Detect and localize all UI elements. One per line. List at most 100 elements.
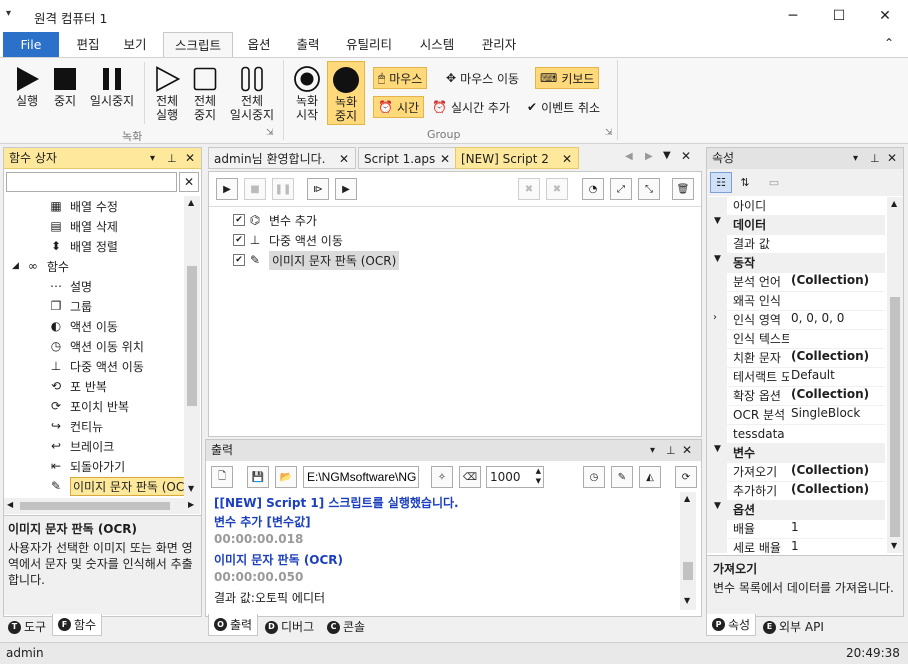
panel-close-icon[interactable]: ✕ <box>185 148 195 169</box>
script-action-item[interactable]: ✔ ⌬ 변수 추가 <box>233 210 317 230</box>
doc-tab-welcome[interactable]: admin님 환영합니다. ✕ <box>208 147 356 169</box>
output-save-button[interactable]: 💾 <box>247 466 269 488</box>
system-menu-icon[interactable]: ▾ <box>6 8 11 19</box>
property-row[interactable]: 배율 1 <box>707 520 885 539</box>
property-row[interactable]: 분석 언어 (Collection) <box>707 273 885 292</box>
chevron-right-icon[interactable]: › <box>713 312 717 323</box>
mouse-move-button[interactable]: ✥ 마우스 이동 <box>442 67 523 89</box>
tab-file[interactable]: File <box>3 32 59 57</box>
hscroll-thumb[interactable] <box>20 502 170 510</box>
minimize-button[interactable]: ─ <box>770 0 816 32</box>
action-enabled-checkbox[interactable]: ✔ <box>233 254 245 266</box>
tab-scroll-right-icon[interactable]: ▶ <box>645 151 653 162</box>
stop-button[interactable]: 중지 <box>48 64 82 108</box>
function-tree-item[interactable]: ◷ 액션 이동 위치 <box>48 336 144 356</box>
tree-collapse-icon[interactable]: ◢ <box>12 261 19 271</box>
property-row[interactable]: 치환 문자 (Collection) <box>707 349 885 368</box>
scroll-up-icon[interactable]: ▲ <box>891 199 897 208</box>
run-button[interactable]: 실행 <box>8 64 46 108</box>
function-tree-item[interactable]: ▦ 배열 수정 <box>48 196 118 216</box>
record-stop-button[interactable]: 녹화 중지 <box>327 61 365 125</box>
maximize-button[interactable]: ☐ <box>816 0 862 32</box>
property-row[interactable]: 추가하기 (Collection) <box>707 482 885 501</box>
chevron-down-icon[interactable]: ▼ <box>714 444 721 454</box>
expand-button[interactable]: ⤢ <box>610 178 632 200</box>
property-value[interactable]: SingleBlock <box>791 406 860 420</box>
output-new-button[interactable]: 🗋 <box>211 466 233 488</box>
output-clean-button[interactable]: ✧ <box>431 466 453 488</box>
scroll-left-icon[interactable]: ◀ <box>7 500 13 509</box>
function-tree-item[interactable]: ⟳ 포이치 반복 <box>48 396 129 416</box>
script-action-item[interactable]: ✔ ⊥ 다중 액션 이동 <box>233 230 343 250</box>
chevron-down-icon[interactable]: ▼ <box>714 216 721 226</box>
tab-edit[interactable]: 편집 <box>64 32 112 57</box>
scroll-right-icon[interactable]: ▶ <box>188 500 194 509</box>
function-tree-item[interactable]: ⇤ 되돌아가기 <box>48 456 125 476</box>
tab-output-panel[interactable]: O 출력 <box>208 614 259 636</box>
chevron-down-icon[interactable]: ▼ <box>714 254 721 264</box>
property-row[interactable]: 가져오기 (Collection) <box>707 463 885 482</box>
function-tree-item[interactable]: ↪ 컨티뉴 <box>48 416 103 436</box>
record-start-button[interactable]: 녹화 시작 <box>289 64 325 122</box>
tab-script[interactable]: 스크립트 <box>163 32 233 57</box>
function-tree-item[interactable]: ⬍ 배열 정렬 <box>48 236 118 256</box>
scroll-thumb[interactable] <box>683 562 693 580</box>
script-run-button[interactable]: ▶ <box>216 178 238 200</box>
property-value[interactable]: 1 <box>791 520 799 534</box>
function-tree-hscrollbar[interactable]: ◀ ▶ <box>4 498 200 514</box>
function-tree-item[interactable]: ⊥ 다중 액션 이동 <box>48 356 144 376</box>
pin-icon[interactable]: ⊥ <box>167 148 177 169</box>
pause-all-button[interactable]: 전체 일시중지 <box>224 64 280 122</box>
property-value[interactable]: 1 <box>791 539 799 553</box>
function-tree-item[interactable]: ◐ 액션 이동 <box>48 316 118 336</box>
doc-tab-close-icon[interactable]: ✕ <box>339 148 349 170</box>
function-tree-item[interactable]: ↩ 브레이크 <box>48 436 114 456</box>
ribbon-collapse-icon[interactable]: ⌃ <box>884 36 894 50</box>
tab-debug[interactable]: D 디버그 <box>260 616 319 638</box>
function-tree-item[interactable]: ❐ 그룹 <box>48 296 92 316</box>
function-search-input[interactable] <box>6 172 177 192</box>
document-close-icon[interactable]: ✕ <box>681 149 691 163</box>
properties-pin-icon[interactable]: ⊥ <box>870 148 880 169</box>
property-value[interactable]: 0, 0, 0, 0 <box>791 311 844 325</box>
property-value[interactable]: (Collection) <box>791 463 869 477</box>
tab-functions[interactable]: F 함수 <box>52 614 103 636</box>
categorized-view-button[interactable]: ☷ <box>710 172 732 193</box>
output-count-spinner[interactable]: 1000 ▲ ▼ <box>486 466 544 488</box>
property-row[interactable]: 확장 옵션 (Collection) <box>707 387 885 406</box>
action-enabled-checkbox[interactable]: ✔ <box>233 214 245 226</box>
tab-properties[interactable]: P 속성 <box>706 614 757 636</box>
tab-console[interactable]: C 콘솔 <box>322 616 370 638</box>
output-fill-button[interactable]: ◭ <box>639 466 661 488</box>
run-all-button[interactable]: 전체 실행 <box>148 64 186 122</box>
properties-close-icon[interactable]: ✕ <box>887 148 897 169</box>
doc-tab-script2[interactable]: [NEW] Script 2 ✕ <box>455 147 579 169</box>
scroll-thumb[interactable] <box>890 297 900 537</box>
property-row[interactable]: 테서랙트 모드Default <box>707 368 885 387</box>
remove-button[interactable]: ✖ <box>518 178 540 200</box>
property-value[interactable]: (Collection) <box>791 482 869 496</box>
property-row[interactable]: › 인식 영역 0, 0, 0, 0 <box>707 311 885 330</box>
time-button[interactable]: ⏰ 시간 <box>373 96 425 118</box>
delete-button[interactable]: 🗑 <box>672 178 694 200</box>
alphabetical-view-button[interactable]: ⇅ <box>734 172 756 193</box>
function-tree-item[interactable]: ⟲ 포 반복 <box>48 376 107 396</box>
remove-all-button[interactable]: ✖ <box>546 178 568 200</box>
keyboard-button[interactable]: ⌨ 키보드 <box>535 67 600 89</box>
property-value[interactable]: Default <box>791 368 835 382</box>
property-row[interactable]: 세로 배율 1 <box>707 539 885 553</box>
realtime-add-button[interactable]: ⏰ 실시간 추가 <box>428 96 514 118</box>
history-button[interactable]: ◔ <box>582 178 604 200</box>
script-run-selected-button[interactable]: ▶ <box>335 178 357 200</box>
property-row[interactable]: 인식 텍스트 <box>707 330 885 349</box>
spinner-arrows-icon[interactable]: ▲ ▼ <box>536 466 541 486</box>
property-category[interactable]: ▼ 동작 <box>707 254 885 273</box>
output-brush-button[interactable]: ✎ <box>611 466 633 488</box>
scroll-thumb[interactable] <box>187 266 197 406</box>
properties-dropdown-icon[interactable]: ▾ <box>853 148 858 169</box>
output-close-icon[interactable]: ✕ <box>682 440 692 461</box>
tab-list-icon[interactable]: ▼ <box>663 150 671 161</box>
tab-options[interactable]: 옵션 <box>235 32 283 57</box>
scroll-up-icon[interactable]: ▲ <box>684 494 690 503</box>
script-stop-button[interactable]: ■ <box>244 178 266 200</box>
